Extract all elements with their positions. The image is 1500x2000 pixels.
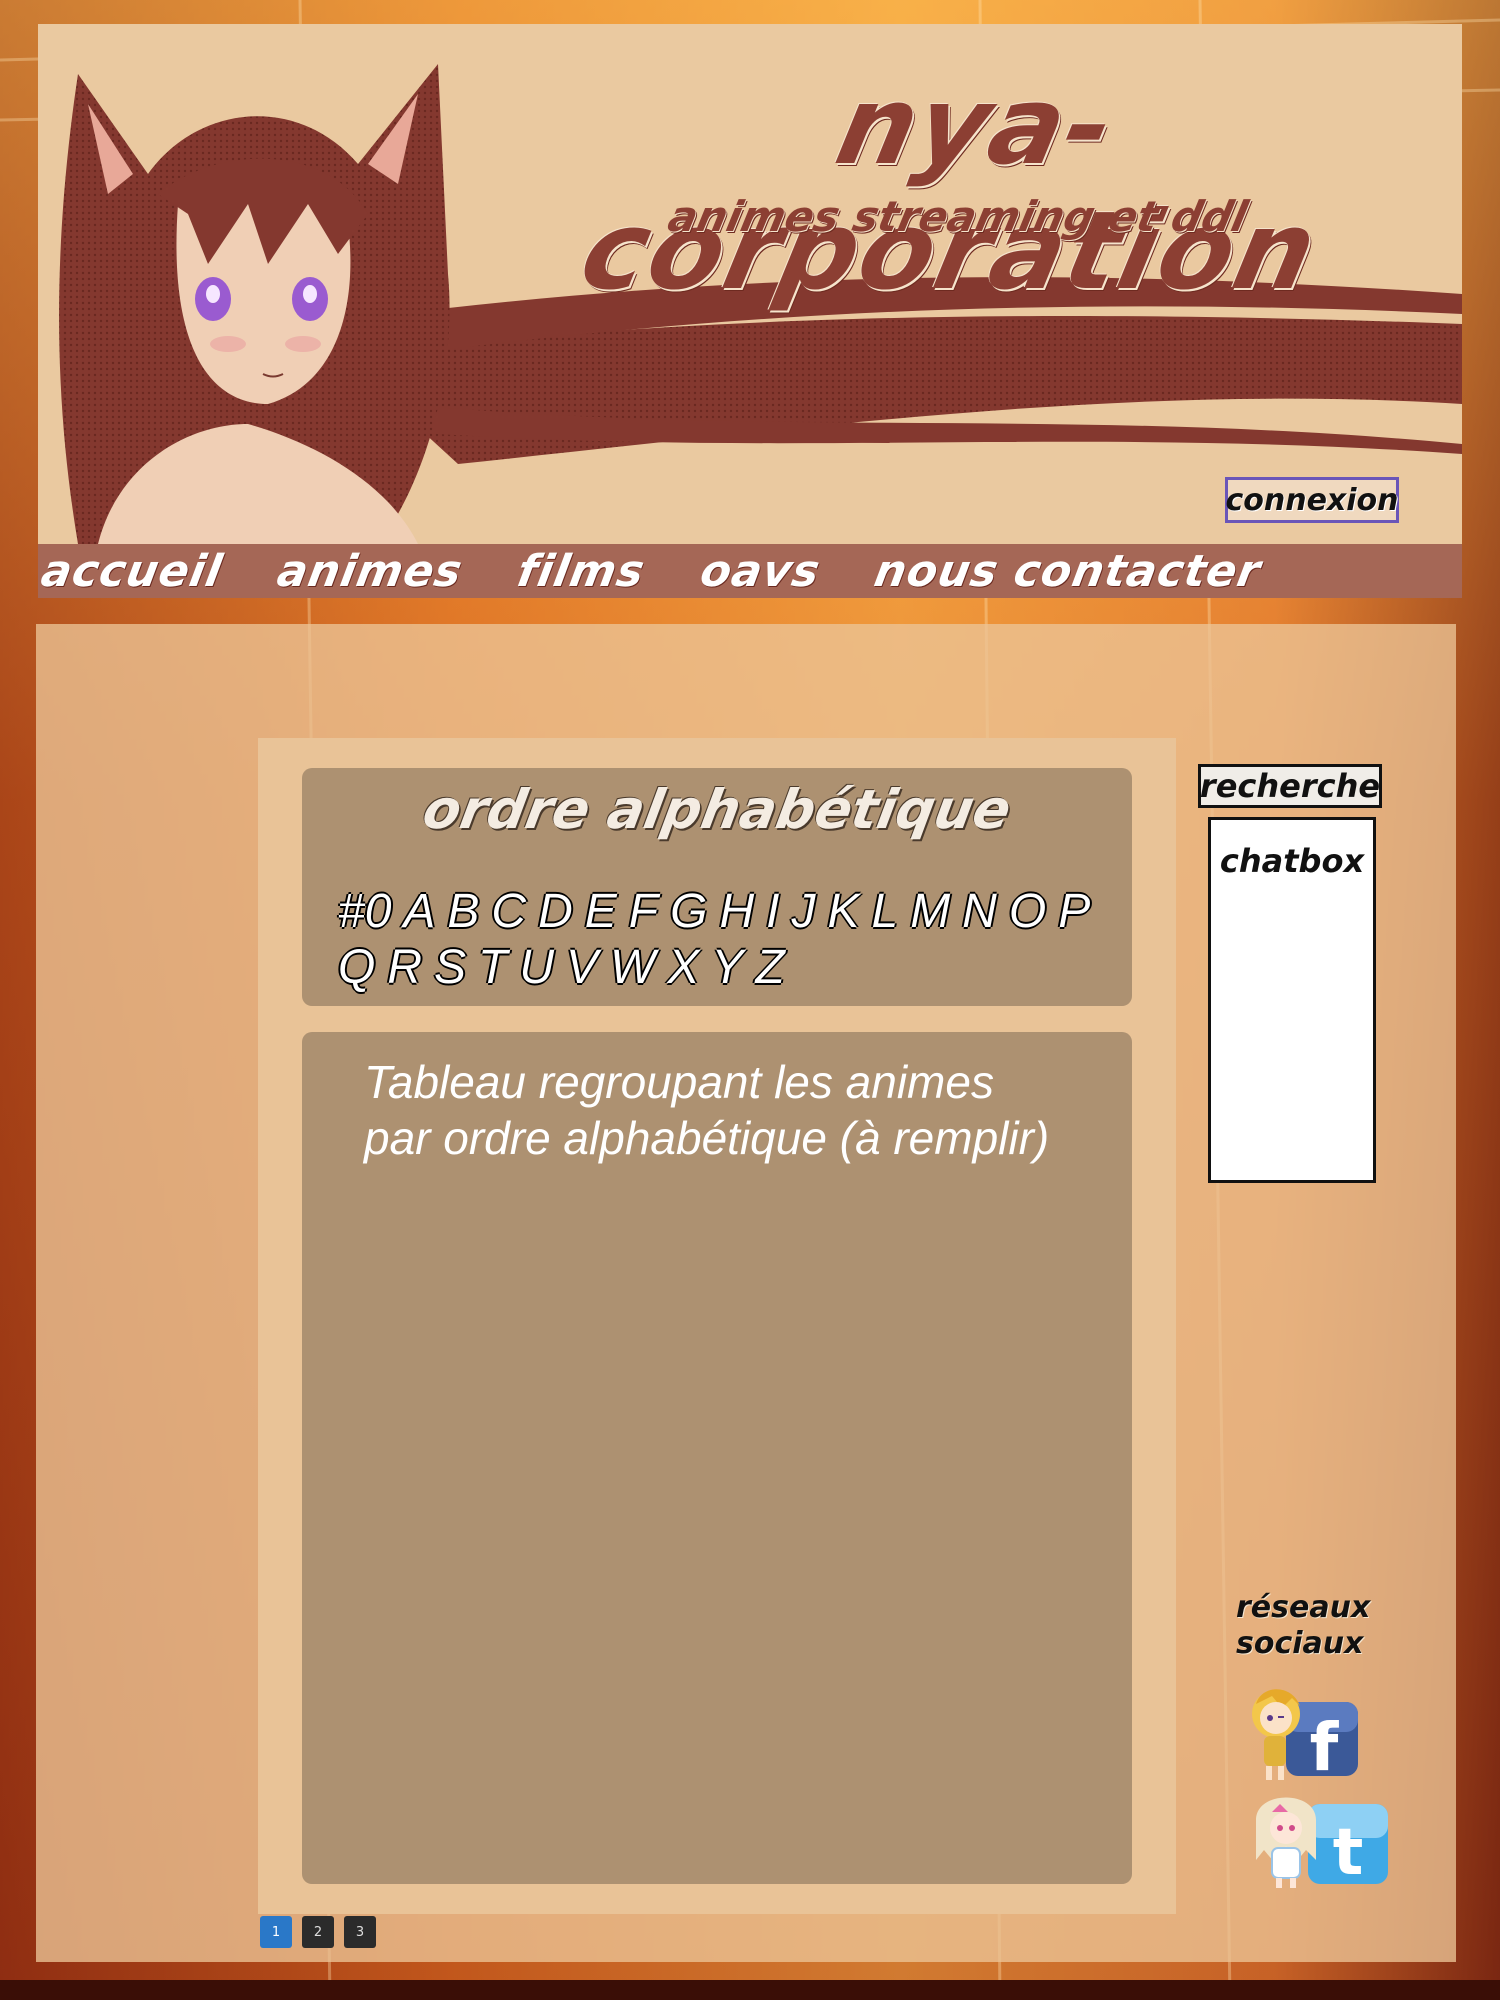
page-button-3[interactable]: 3 (344, 1916, 376, 1948)
nav-item-animes[interactable]: animes (274, 546, 467, 597)
main-panel: ordre alphabétique #0 A B C D E F G H I … (36, 624, 1456, 1962)
letter-link-d[interactable]: D (538, 884, 573, 940)
letter-link-e[interactable]: E (585, 884, 617, 940)
site-subtitle: animes streaming et ddl (663, 192, 1253, 241)
letter-link-x[interactable]: X (667, 940, 699, 996)
social-title-line-2: sociaux (1236, 1626, 1364, 1661)
nav-item-contact[interactable]: nous contacter (871, 546, 1265, 597)
letter-link-u[interactable]: U (519, 940, 554, 996)
svg-text:f: f (1310, 1709, 1340, 1784)
nav-item-oavs[interactable]: oavs (696, 546, 824, 597)
twitter-icon[interactable]: t (1216, 1790, 1406, 1890)
letter-link-p[interactable]: P (1058, 884, 1090, 940)
nav-item-films[interactable]: films (514, 546, 649, 597)
pagination: 1 2 3 (260, 1916, 376, 1948)
page-button-2[interactable]: 2 (302, 1916, 334, 1948)
main-nav: accueil animes films oavs nous contacter (38, 544, 1462, 598)
letter-link-f[interactable]: F (629, 884, 658, 940)
alphabet-box: ordre alphabétique #0 A B C D E F G H I … (302, 768, 1132, 1006)
letter-link-t[interactable]: T (478, 940, 507, 996)
page-button-1[interactable]: 1 (260, 1916, 292, 1948)
letter-link-k[interactable]: K (827, 884, 859, 940)
letter-link-j[interactable]: J (791, 884, 815, 940)
letter-link-l[interactable]: L (871, 884, 898, 940)
alphabet-letters: #0 A B C D E F G H I J K L M N O P Q R S (338, 884, 1118, 996)
letter-link-m[interactable]: M (910, 884, 950, 940)
anime-table-box: Tableau regroupant les animes par ordre … (302, 1032, 1132, 1884)
letter-link-0[interactable]: #0 (338, 884, 391, 940)
letter-link-y[interactable]: Y (711, 940, 743, 996)
table-text-line-1: Tableau regroupant les animes (364, 1056, 994, 1108)
login-button[interactable]: connexion (1225, 477, 1399, 523)
alphabet-title: ordre alphabétique (418, 778, 1016, 841)
letter-link-h[interactable]: H (719, 884, 754, 940)
chatbox-title: chatbox (1219, 842, 1365, 880)
letter-link-r[interactable]: R (387, 940, 422, 996)
letter-link-b[interactable]: B (447, 884, 479, 940)
nav-item-accueil[interactable]: accueil (38, 546, 227, 597)
letter-link-c[interactable]: C (491, 884, 526, 940)
site-title: nya-corporation (570, 64, 1329, 314)
letter-link-i[interactable]: I (766, 884, 779, 940)
content-area: ordre alphabétique #0 A B C D E F G H I … (258, 738, 1176, 1914)
letter-link-z[interactable]: Z (755, 940, 784, 996)
social-title-line-1: réseaux (1236, 1590, 1371, 1625)
letter-link-g[interactable]: G (670, 884, 707, 940)
letter-link-w[interactable]: W (610, 940, 655, 996)
chatbox[interactable]: chatbox (1208, 817, 1376, 1183)
search-button[interactable]: recherche (1198, 764, 1382, 808)
site-header: nya-corporation animes streaming et ddl … (38, 24, 1462, 598)
letter-link-n[interactable]: N (962, 884, 997, 940)
letter-link-o[interactable]: O (1009, 884, 1046, 940)
facebook-icon[interactable]: f (1242, 1684, 1362, 1784)
table-text-line-2: par ordre alphabétique (à remplir) (364, 1112, 1050, 1164)
svg-text:t: t (1333, 1816, 1364, 1890)
letter-link-v[interactable]: V (566, 940, 598, 996)
letter-link-q[interactable]: Q (338, 940, 375, 996)
letter-link-a[interactable]: A (403, 884, 435, 940)
social-title: réseaux sociaux (1236, 1590, 1396, 1662)
letter-link-s[interactable]: S (434, 940, 466, 996)
table-placeholder-text: Tableau regroupant les animes par ordre … (364, 1054, 1124, 1166)
